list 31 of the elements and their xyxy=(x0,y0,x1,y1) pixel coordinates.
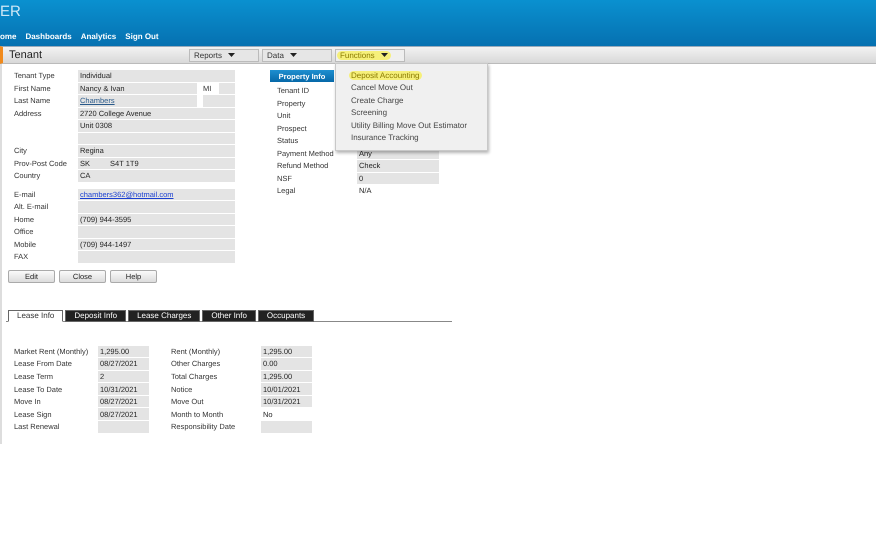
nav-link[interactable]: Sign Out xyxy=(125,32,159,41)
nav-link[interactable]: Dashboards xyxy=(25,32,72,41)
caret-icon xyxy=(228,53,236,57)
tab[interactable]: Deposit Info xyxy=(65,310,126,322)
nav-link[interactable]: ome xyxy=(0,32,16,41)
logo: ER xyxy=(0,3,21,20)
menu-item[interactable]: Deposit Accounting xyxy=(349,70,422,80)
tab[interactable]: Lease Info xyxy=(8,310,64,322)
menu-item[interactable]: Create Charge xyxy=(349,96,406,104)
input-field[interactable] xyxy=(219,82,235,94)
menu-item[interactable]: Insurance Tracking xyxy=(349,133,421,142)
caret-icon xyxy=(290,53,297,57)
input-field[interactable] xyxy=(261,421,312,433)
tab[interactable]: Occupants xyxy=(258,310,314,322)
input-field[interactable] xyxy=(78,251,235,262)
menu-item[interactable]: Utility Billing Move Out Estimator xyxy=(349,120,470,130)
menu-item[interactable]: Screening xyxy=(349,108,390,117)
caret-icon xyxy=(380,53,388,57)
tab[interactable]: Lease Charges xyxy=(128,310,200,322)
input-field[interactable] xyxy=(78,201,235,212)
menu-button[interactable]: Functions xyxy=(335,48,405,62)
page-title: Tenant xyxy=(8,49,44,61)
input-field[interactable] xyxy=(203,95,235,106)
menu-button[interactable]: Reports xyxy=(189,48,259,62)
nav-link[interactable]: Analytics xyxy=(80,32,116,41)
input-field[interactable] xyxy=(78,132,235,144)
menu-button[interactable]: Data xyxy=(262,48,332,62)
input-field[interactable] xyxy=(78,226,235,238)
menu-item[interactable]: Cancel Move Out xyxy=(349,83,415,92)
tab[interactable]: Other Info xyxy=(202,310,256,322)
input-field[interactable] xyxy=(98,421,149,433)
